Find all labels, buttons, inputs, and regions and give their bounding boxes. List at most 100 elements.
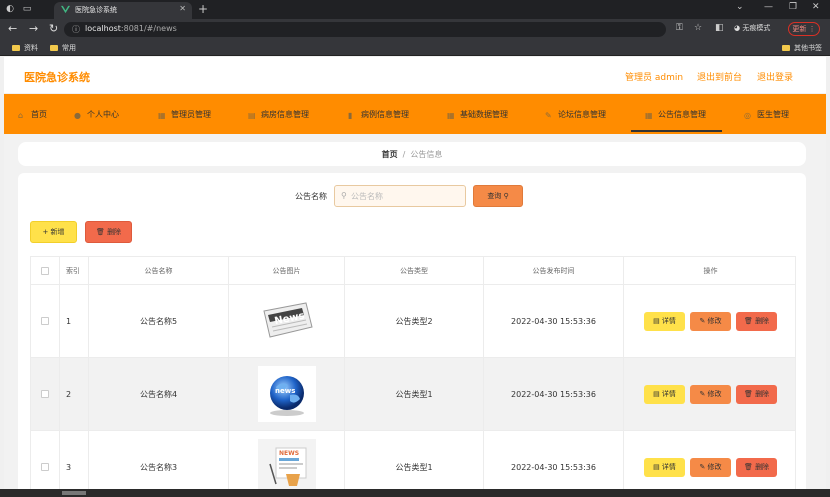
address-bar: ← → ↻ ⓘ localhost:8081/#/news ⚿ ☆ ◧ ◕ 无痕… bbox=[0, 19, 830, 40]
news-paper-cup-icon: NEWS bbox=[268, 447, 306, 486]
cell-index: 1 bbox=[60, 285, 89, 357]
edit-button[interactable]: ✎ 修改 bbox=[690, 384, 731, 404]
cell-type: 公告类型1 bbox=[345, 358, 484, 430]
breadcrumb: 首页 / 公告信息 bbox=[18, 142, 806, 166]
grid-icon: ▦ bbox=[158, 111, 166, 120]
main-nav: ⌂ 首页 ● 个人中心 ▦ 管理员管理 ▤ 病房信息管理 ▮ 病例信息管理 ▦ 基础数据管理… bbox=[4, 94, 826, 134]
grid-icon: ▦ bbox=[447, 111, 455, 120]
forward-icon[interactable]: → bbox=[29, 23, 38, 35]
globe-image[interactable]: news bbox=[257, 366, 316, 422]
cell-name: 公告名称4 bbox=[89, 358, 229, 430]
header-time: 公告发布时间 bbox=[484, 257, 624, 284]
search-input[interactable] bbox=[351, 190, 461, 203]
breadcrumb-current: 公告信息 bbox=[410, 150, 443, 159]
nav-admin-management[interactable]: ▦ 管理员管理 bbox=[158, 109, 211, 120]
site-info-icon[interactable]: ⓘ bbox=[72, 24, 80, 35]
svg-text:NEWS: NEWS bbox=[279, 450, 299, 457]
close-window-icon[interactable]: ✕ bbox=[812, 2, 820, 12]
nav-basic-data[interactable]: ▦ 基础数据管理 bbox=[447, 109, 508, 120]
breadcrumb-home[interactable]: 首页 bbox=[382, 150, 398, 159]
scrollbar-thumb[interactable] bbox=[62, 491, 86, 495]
cell-time: 2022-04-30 15:53:36 bbox=[484, 285, 624, 357]
news-globe-icon: news bbox=[269, 376, 304, 416]
nav-notice-management[interactable]: ▦ 公告信息管理 bbox=[631, 109, 722, 132]
logout-link[interactable]: 退出登录 bbox=[757, 70, 793, 83]
detail-button[interactable]: ▤ 详情 bbox=[644, 311, 685, 331]
nav-ward-management[interactable]: ▤ 病房信息管理 bbox=[248, 109, 309, 120]
edit-button[interactable]: ✎ 修改 bbox=[690, 311, 731, 331]
cell-time: 2022-04-30 15:53:36 bbox=[484, 358, 624, 430]
svg-text:news: news bbox=[275, 387, 295, 395]
newspaper-image[interactable]: News bbox=[257, 293, 316, 349]
header-index: 索引 bbox=[60, 257, 89, 284]
news-newspaper-icon: News bbox=[262, 302, 313, 338]
delete-button[interactable]: 🗑 删除 bbox=[736, 384, 777, 404]
add-button[interactable]: + 新增 bbox=[30, 221, 77, 243]
content-card: 公告名称 ⚲ 查询 ⚲ + 新增 🗑 删除 索引 公告名称 公告图片 公告类型 … bbox=[18, 173, 806, 497]
tab-close-icon[interactable]: ✕ bbox=[179, 4, 186, 13]
nav-home[interactable]: ⌂ 首页 bbox=[18, 109, 47, 120]
admin-label: 管理员 admin bbox=[625, 73, 684, 83]
query-button[interactable]: 查询 ⚲ bbox=[473, 185, 523, 207]
other-bookmarks[interactable]: 其他书签 bbox=[782, 43, 822, 53]
new-tab-icon[interactable]: + bbox=[198, 2, 208, 16]
trash-icon: 🗑 bbox=[95, 228, 105, 236]
url-path: :8081/#/news bbox=[120, 24, 177, 33]
detail-button[interactable]: ▤ 详情 bbox=[644, 384, 685, 404]
update-button[interactable]: 更新 ⋮ bbox=[788, 22, 820, 36]
paper-cup-image[interactable]: NEWS bbox=[257, 439, 316, 495]
site-title: 医院急诊系统 bbox=[24, 71, 90, 84]
restore-icon[interactable]: ❐ bbox=[789, 2, 797, 12]
nav-case-management[interactable]: ▮ 病例信息管理 bbox=[348, 109, 409, 120]
sidebar-icon[interactable]: ◧ bbox=[715, 23, 724, 33]
key-icon[interactable]: ⚿ bbox=[676, 23, 683, 33]
bookmark-folder[interactable]: 常用 bbox=[50, 43, 76, 53]
batch-delete-button[interactable]: 🗑 删除 bbox=[85, 221, 132, 243]
site-header: 医院急诊系统 管理员 admin 退出到前台 退出登录 bbox=[4, 57, 826, 93]
table-header: 索引 公告名称 公告图片 公告类型 公告发布时间 操作 bbox=[31, 257, 795, 285]
minimize-icon[interactable]: — bbox=[764, 2, 773, 12]
tab-search-icon[interactable]: ⌄ bbox=[736, 2, 744, 12]
chart-icon: ▮ bbox=[348, 111, 353, 120]
star-icon[interactable]: ☆ bbox=[694, 23, 702, 33]
vue-logo-icon bbox=[61, 5, 70, 14]
select-all-checkbox[interactable] bbox=[41, 266, 49, 275]
edit-button[interactable]: ✎ 修改 bbox=[690, 457, 731, 477]
table-row: 1 公告名称5 News 公告类型2 2022-04-30 15:53:36 ▤… bbox=[31, 285, 795, 358]
row-checkbox[interactable] bbox=[41, 317, 49, 325]
header-type: 公告类型 bbox=[345, 257, 484, 284]
bookmark-folder[interactable]: 资料 bbox=[12, 43, 38, 53]
reload-icon[interactable]: ↻ bbox=[49, 23, 58, 35]
url-input[interactable]: ⓘ localhost:8081/#/news bbox=[64, 22, 666, 37]
bed-icon: ▤ bbox=[248, 111, 256, 120]
browser-menu-icon[interactable]: ◐ bbox=[5, 4, 15, 14]
back-to-front-link[interactable]: 退出到前台 bbox=[697, 70, 742, 83]
cell-time: 2022-04-30 15:53:36 bbox=[484, 431, 624, 497]
row-checkbox[interactable] bbox=[41, 390, 49, 398]
nav-forum-management[interactable]: ✎ 论坛信息管理 bbox=[545, 109, 606, 120]
nav-doctor-management[interactable]: ◎ 医生管理 bbox=[744, 109, 789, 120]
table-row: 3 公告名称3 NEWS 公告类型1 2022-04-30 15:53:36 ▤… bbox=[31, 431, 795, 497]
search-icon: ⚲ bbox=[341, 191, 347, 200]
detail-button[interactable]: ▤ 详情 bbox=[644, 457, 685, 477]
home-icon: ⌂ bbox=[18, 111, 24, 120]
delete-button[interactable]: 🗑 删除 bbox=[736, 311, 777, 331]
circle-icon: ◎ bbox=[744, 111, 751, 120]
tab-list-icon[interactable]: ▭ bbox=[22, 4, 32, 14]
header-image: 公告图片 bbox=[229, 257, 345, 284]
folder-icon bbox=[782, 45, 790, 51]
tab-title: 医院急诊系统 bbox=[75, 6, 117, 14]
nav-personal-center[interactable]: ● 个人中心 bbox=[74, 109, 119, 120]
cell-type: 公告类型2 bbox=[345, 285, 484, 357]
horizontal-scrollbar[interactable] bbox=[0, 489, 830, 497]
row-checkbox[interactable] bbox=[41, 463, 49, 471]
notice-table: 索引 公告名称 公告图片 公告类型 公告发布时间 操作 1 公告名称5 News… bbox=[30, 256, 796, 497]
browser-tab[interactable]: 医院急诊系统 ✕ bbox=[54, 2, 192, 19]
browser-tab-bar: ◐ ▭ 医院急诊系统 ✕ + ⌄ — ❐ ✕ bbox=[0, 0, 830, 19]
delete-button[interactable]: 🗑 删除 bbox=[736, 457, 777, 477]
search-field[interactable]: ⚲ bbox=[334, 185, 466, 207]
back-icon[interactable]: ← bbox=[8, 23, 17, 35]
cell-index: 2 bbox=[60, 358, 89, 430]
incognito-label[interactable]: ◕ 无痕模式 bbox=[734, 23, 770, 33]
table-row: 2 公告名称4 news 公告类型1 2022-04-30 15:53:36 ▤… bbox=[31, 358, 795, 431]
